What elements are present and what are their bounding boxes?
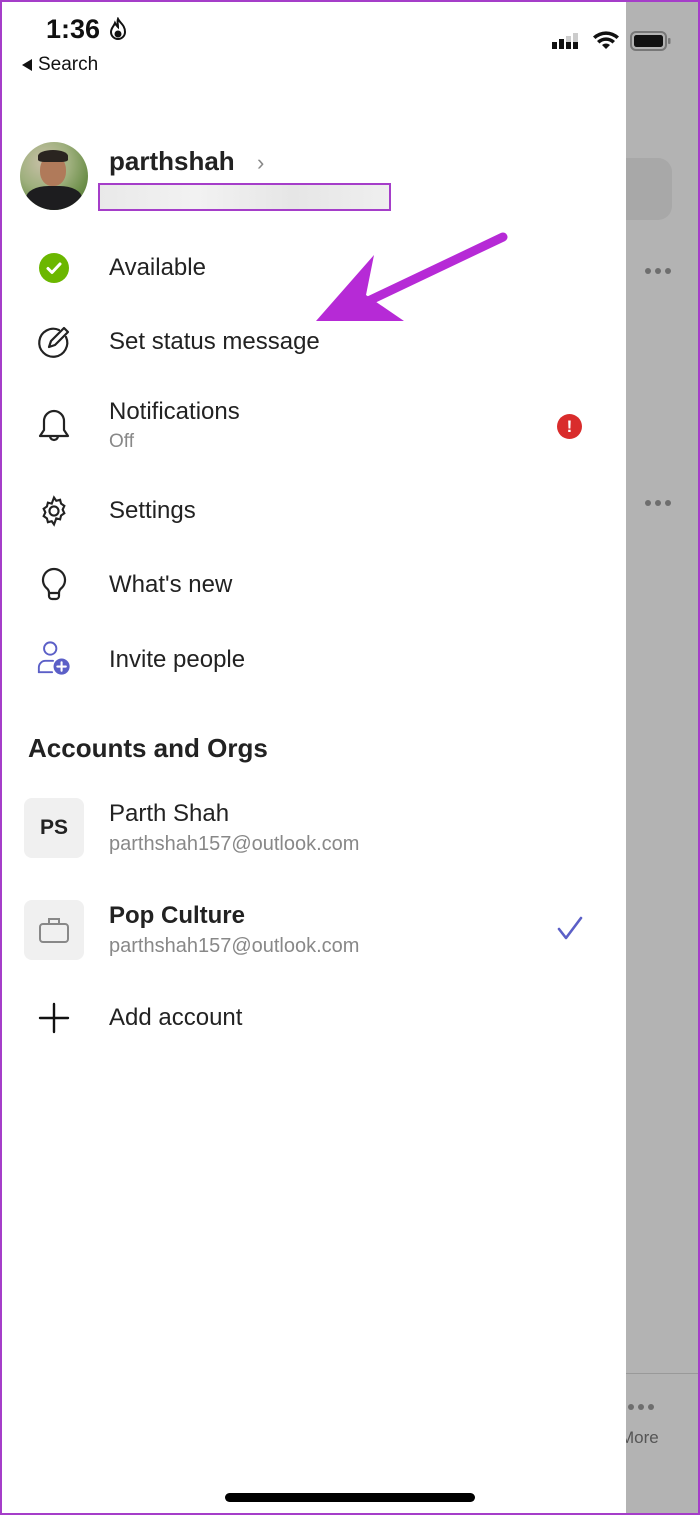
menu-label: Set status message xyxy=(109,328,320,355)
background-more-tab-icon xyxy=(628,1404,654,1410)
status-indicators xyxy=(552,30,672,52)
background-more-options-icon xyxy=(645,500,671,506)
menu-label: Available xyxy=(109,254,206,281)
redacted-email xyxy=(98,183,391,211)
person-add-icon xyxy=(36,640,72,676)
account-name: Parth Shah xyxy=(109,800,230,827)
menu-label: Add account xyxy=(109,1004,243,1031)
menu-item-invite-people[interactable]: Invite people xyxy=(0,630,600,690)
background-tabbar-divider xyxy=(626,1373,700,1374)
account-name: Pop Culture xyxy=(109,902,245,929)
menu-sublabel: Off xyxy=(109,431,134,452)
add-account-button[interactable]: Add account xyxy=(0,988,600,1048)
back-arrow-icon xyxy=(22,59,32,71)
lightbulb-icon xyxy=(36,567,72,603)
profile-avatar[interactable] xyxy=(20,142,88,210)
menu-label: Notifications xyxy=(109,398,240,425)
back-to-search-link[interactable]: Search xyxy=(22,54,98,76)
chevron-right-icon[interactable]: › xyxy=(257,150,264,176)
accounts-section-title: Accounts and Orgs xyxy=(28,733,268,763)
menu-item-notifications[interactable]: Notifications Off xyxy=(0,395,600,455)
menu-label: Settings xyxy=(109,497,196,524)
notification-alert-badge: ! xyxy=(557,414,582,439)
status-time: 1:36 xyxy=(46,14,101,44)
account-email: parthshah157@outlook.com xyxy=(109,833,360,855)
account-initials: PS xyxy=(39,816,68,839)
account-email: parthshah157@outlook.com xyxy=(109,935,360,957)
profile-username[interactable]: parthshah xyxy=(109,146,235,177)
background-more-options-icon xyxy=(645,268,671,274)
briefcase-icon xyxy=(24,900,84,960)
cellular-signal-icon xyxy=(552,33,578,49)
menu-item-whats-new[interactable]: What's new xyxy=(0,555,600,615)
presence-available-icon xyxy=(36,250,72,286)
account-item-pop-culture[interactable]: Pop Culture parthshah157@outlook.com xyxy=(0,898,600,960)
background-more-tab-label: More xyxy=(626,1428,659,1447)
menu-label: What's new xyxy=(109,571,233,598)
home-indicator[interactable] xyxy=(225,1493,475,1502)
edit-status-icon xyxy=(36,324,72,360)
wifi-icon xyxy=(593,31,619,49)
back-label: Search xyxy=(38,54,99,75)
dimmed-background[interactable] xyxy=(626,0,700,1515)
account-item-parth-shah[interactable]: PS Parth Shah parthshah157@outlook.com xyxy=(0,796,600,858)
selected-checkmark-icon xyxy=(557,916,583,940)
hotspot-flame-icon xyxy=(109,17,127,40)
annotation-arrow-icon xyxy=(316,232,508,321)
account-avatar-initials: PS xyxy=(24,798,84,858)
background-search-box xyxy=(626,158,672,220)
menu-label: Invite people xyxy=(109,646,246,673)
battery-icon xyxy=(630,31,671,51)
bell-icon xyxy=(36,409,72,445)
menu-item-settings[interactable]: Settings xyxy=(0,481,600,541)
plus-icon xyxy=(36,1000,72,1036)
gear-icon xyxy=(36,493,72,529)
